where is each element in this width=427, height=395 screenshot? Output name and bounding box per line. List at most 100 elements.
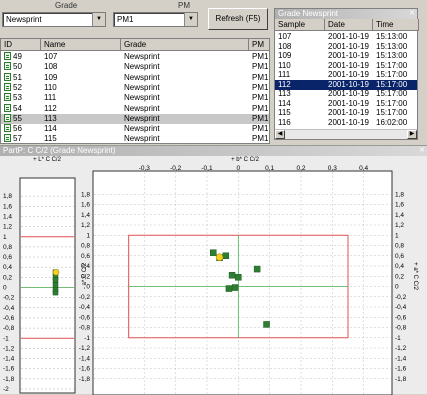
- lstar-y-tick: 1,6: [3, 203, 12, 210]
- chevron-down-icon[interactable]: ▼: [92, 13, 105, 26]
- cell-pm: PM1: [249, 83, 269, 93]
- cell-date: 2001-10-19: [328, 98, 369, 108]
- cell-name: 109: [41, 73, 121, 83]
- lstar-y-tick: -2: [3, 386, 9, 393]
- cell-date: 2001-10-19: [328, 32, 369, 41]
- list-item[interactable]: 115 2001-10-19 15:17:00: [275, 108, 417, 118]
- grade-panel-titlebar: Grade Newsprint ✕: [275, 9, 417, 19]
- table-row[interactable]: 54 112 Newsprint PM1: [1, 103, 269, 114]
- chevron-down-icon[interactable]: ▼: [184, 13, 197, 26]
- cell-grade-text: Newsprint: [124, 72, 160, 82]
- list-item[interactable]: 108 2001-10-19 15:13:00: [275, 42, 417, 52]
- table-row[interactable]: 51 109 Newsprint PM1: [1, 72, 269, 83]
- cell-grade: Newsprint: [121, 124, 249, 134]
- scroll-right-icon[interactable]: ▶: [407, 130, 417, 139]
- column-header-pm[interactable]: PM: [249, 39, 269, 51]
- ab-y-tick-left: 1,8: [81, 191, 90, 198]
- cell-time: 16:02:00: [376, 117, 408, 127]
- column-header-grade[interactable]: Grade: [121, 39, 249, 51]
- grade-select[interactable]: Newsprint ▼: [2, 12, 106, 27]
- ab-y-tick-right: -0,4: [395, 304, 407, 311]
- cell-time: 15:13:00: [376, 32, 408, 41]
- cell-name-text: 107: [44, 52, 58, 61]
- document-icon: [4, 62, 11, 71]
- pm-select[interactable]: PM1 ▼: [113, 12, 198, 27]
- cell-grade: Newsprint: [121, 83, 249, 93]
- cell-name: 115: [41, 134, 121, 143]
- filter-bar: Grade Newsprint ▼ PM PM1 ▼ Refresh (F5): [0, 0, 270, 35]
- list-item[interactable]: 116 2001-10-19 16:02:00: [275, 118, 417, 128]
- list-item[interactable]: 110 2001-10-19 15:17:00: [275, 61, 417, 71]
- cell-grade-text: Newsprint: [124, 113, 160, 123]
- ab-y-tick-left: 1: [86, 232, 90, 239]
- table-row[interactable]: 55 113 Newsprint PM1: [1, 113, 269, 124]
- cell-grade: Newsprint: [121, 134, 249, 143]
- ab-y-tick-left: 0,8: [81, 243, 90, 250]
- document-icon: [4, 103, 11, 112]
- document-icon: [4, 134, 11, 143]
- cell-date: 2001-10-19: [328, 51, 369, 60]
- column-header-name[interactable]: Name: [41, 39, 121, 51]
- lstar-plot-area: [19, 177, 76, 394]
- ab-y-tick-left: -0,8: [79, 325, 91, 332]
- ab-point: [222, 252, 230, 259]
- chart-canvas: + L* C C/2 1,8 1,6 1,4 1,2 1 0,8 0,6 0,4 0,2 0 -0,2…: [3, 157, 418, 395]
- cell-id-text: 49: [13, 52, 22, 61]
- cell-time: 15:17:00: [376, 60, 408, 70]
- cell-sample: 112: [278, 79, 291, 89]
- column-header-id[interactable]: ID: [1, 39, 41, 51]
- close-icon[interactable]: ✕: [409, 9, 415, 19]
- ab-y-tick-left: 1,4: [81, 212, 90, 219]
- lstar-y-tick: -1,6: [3, 366, 15, 373]
- horizontal-scrollbar[interactable]: ◀ ▶: [275, 129, 417, 139]
- list-item[interactable]: 113 2001-10-19 15:17:00: [275, 89, 417, 99]
- cell-id-text: 57: [13, 134, 22, 144]
- document-icon: [4, 93, 11, 102]
- table-row[interactable]: 52 110 Newsprint PM1: [1, 82, 269, 93]
- cell-sample: 110: [278, 60, 291, 70]
- cell-id: 52: [1, 82, 41, 93]
- ab-y-tick-right: 1,8: [395, 191, 404, 198]
- ab-y-tick-right: 0: [395, 284, 399, 291]
- list-item[interactable]: 109 2001-10-19 15:13:00: [275, 51, 417, 61]
- table-row[interactable]: 57 115 Newsprint PM1: [1, 134, 269, 144]
- cell-sample: 114: [278, 98, 291, 108]
- list-item[interactable]: 111 2001-10-19 15:17:00: [275, 70, 417, 80]
- ab-y-tick-left: -0,2: [79, 294, 91, 301]
- ab-y-tick-left: -1,8: [79, 376, 91, 383]
- ab-y-tick-left: -0,4: [79, 304, 91, 311]
- list-item[interactable]: 107 2001-10-19 15:13:00: [275, 32, 417, 42]
- grade-panel: Grade Newsprint ✕ Sample Date Time 107 20…: [274, 8, 419, 140]
- table-row[interactable]: 50 108 Newsprint PM1: [1, 62, 269, 72]
- table-row[interactable]: 49 107 Newsprint PM1: [1, 52, 269, 62]
- cell-date: 2001-10-19: [328, 60, 369, 70]
- lstar-y-tick: -0,8: [3, 325, 15, 332]
- column-header-time[interactable]: Time: [373, 19, 419, 31]
- refresh-button[interactable]: Refresh (F5): [208, 8, 268, 30]
- table-row[interactable]: 53 111 Newsprint PM1: [1, 93, 269, 103]
- cell-date: 2001-10-19: [328, 108, 369, 117]
- cell-sample: 107: [278, 32, 292, 41]
- cell-date: 2001-10-19: [328, 79, 369, 89]
- table-row[interactable]: 56 114 Newsprint PM1: [1, 124, 269, 134]
- cell-pm: PM1: [249, 104, 269, 114]
- lstar-y-tick: 1,2: [3, 224, 12, 231]
- column-header-date[interactable]: Date: [325, 19, 373, 31]
- column-header-sample[interactable]: Sample: [275, 19, 325, 31]
- ab-y-tick-right: 1,4: [395, 212, 404, 219]
- ab-y-tick-right: -1,6: [395, 366, 407, 373]
- close-icon[interactable]: ✕: [419, 146, 425, 156]
- cell-id: 51: [1, 72, 41, 83]
- list-item[interactable]: 112 2001-10-19 15:17:00: [275, 79, 417, 90]
- ab-point: [253, 265, 261, 273]
- scroll-left-icon[interactable]: ◀: [275, 130, 285, 139]
- ab-point: [231, 284, 239, 291]
- cell-grade: Newsprint: [121, 114, 249, 124]
- ab-x-tick: 0: [237, 165, 241, 172]
- lstar-y-tick: 0,8: [3, 244, 12, 251]
- cell-date: 2001-10-19: [328, 70, 369, 79]
- ab-y-tick-left: -1: [84, 335, 90, 342]
- list-item[interactable]: 114 2001-10-19 15:17:00: [275, 99, 417, 109]
- cell-name: 113: [41, 114, 121, 124]
- cell-pm: PM1: [249, 124, 269, 134]
